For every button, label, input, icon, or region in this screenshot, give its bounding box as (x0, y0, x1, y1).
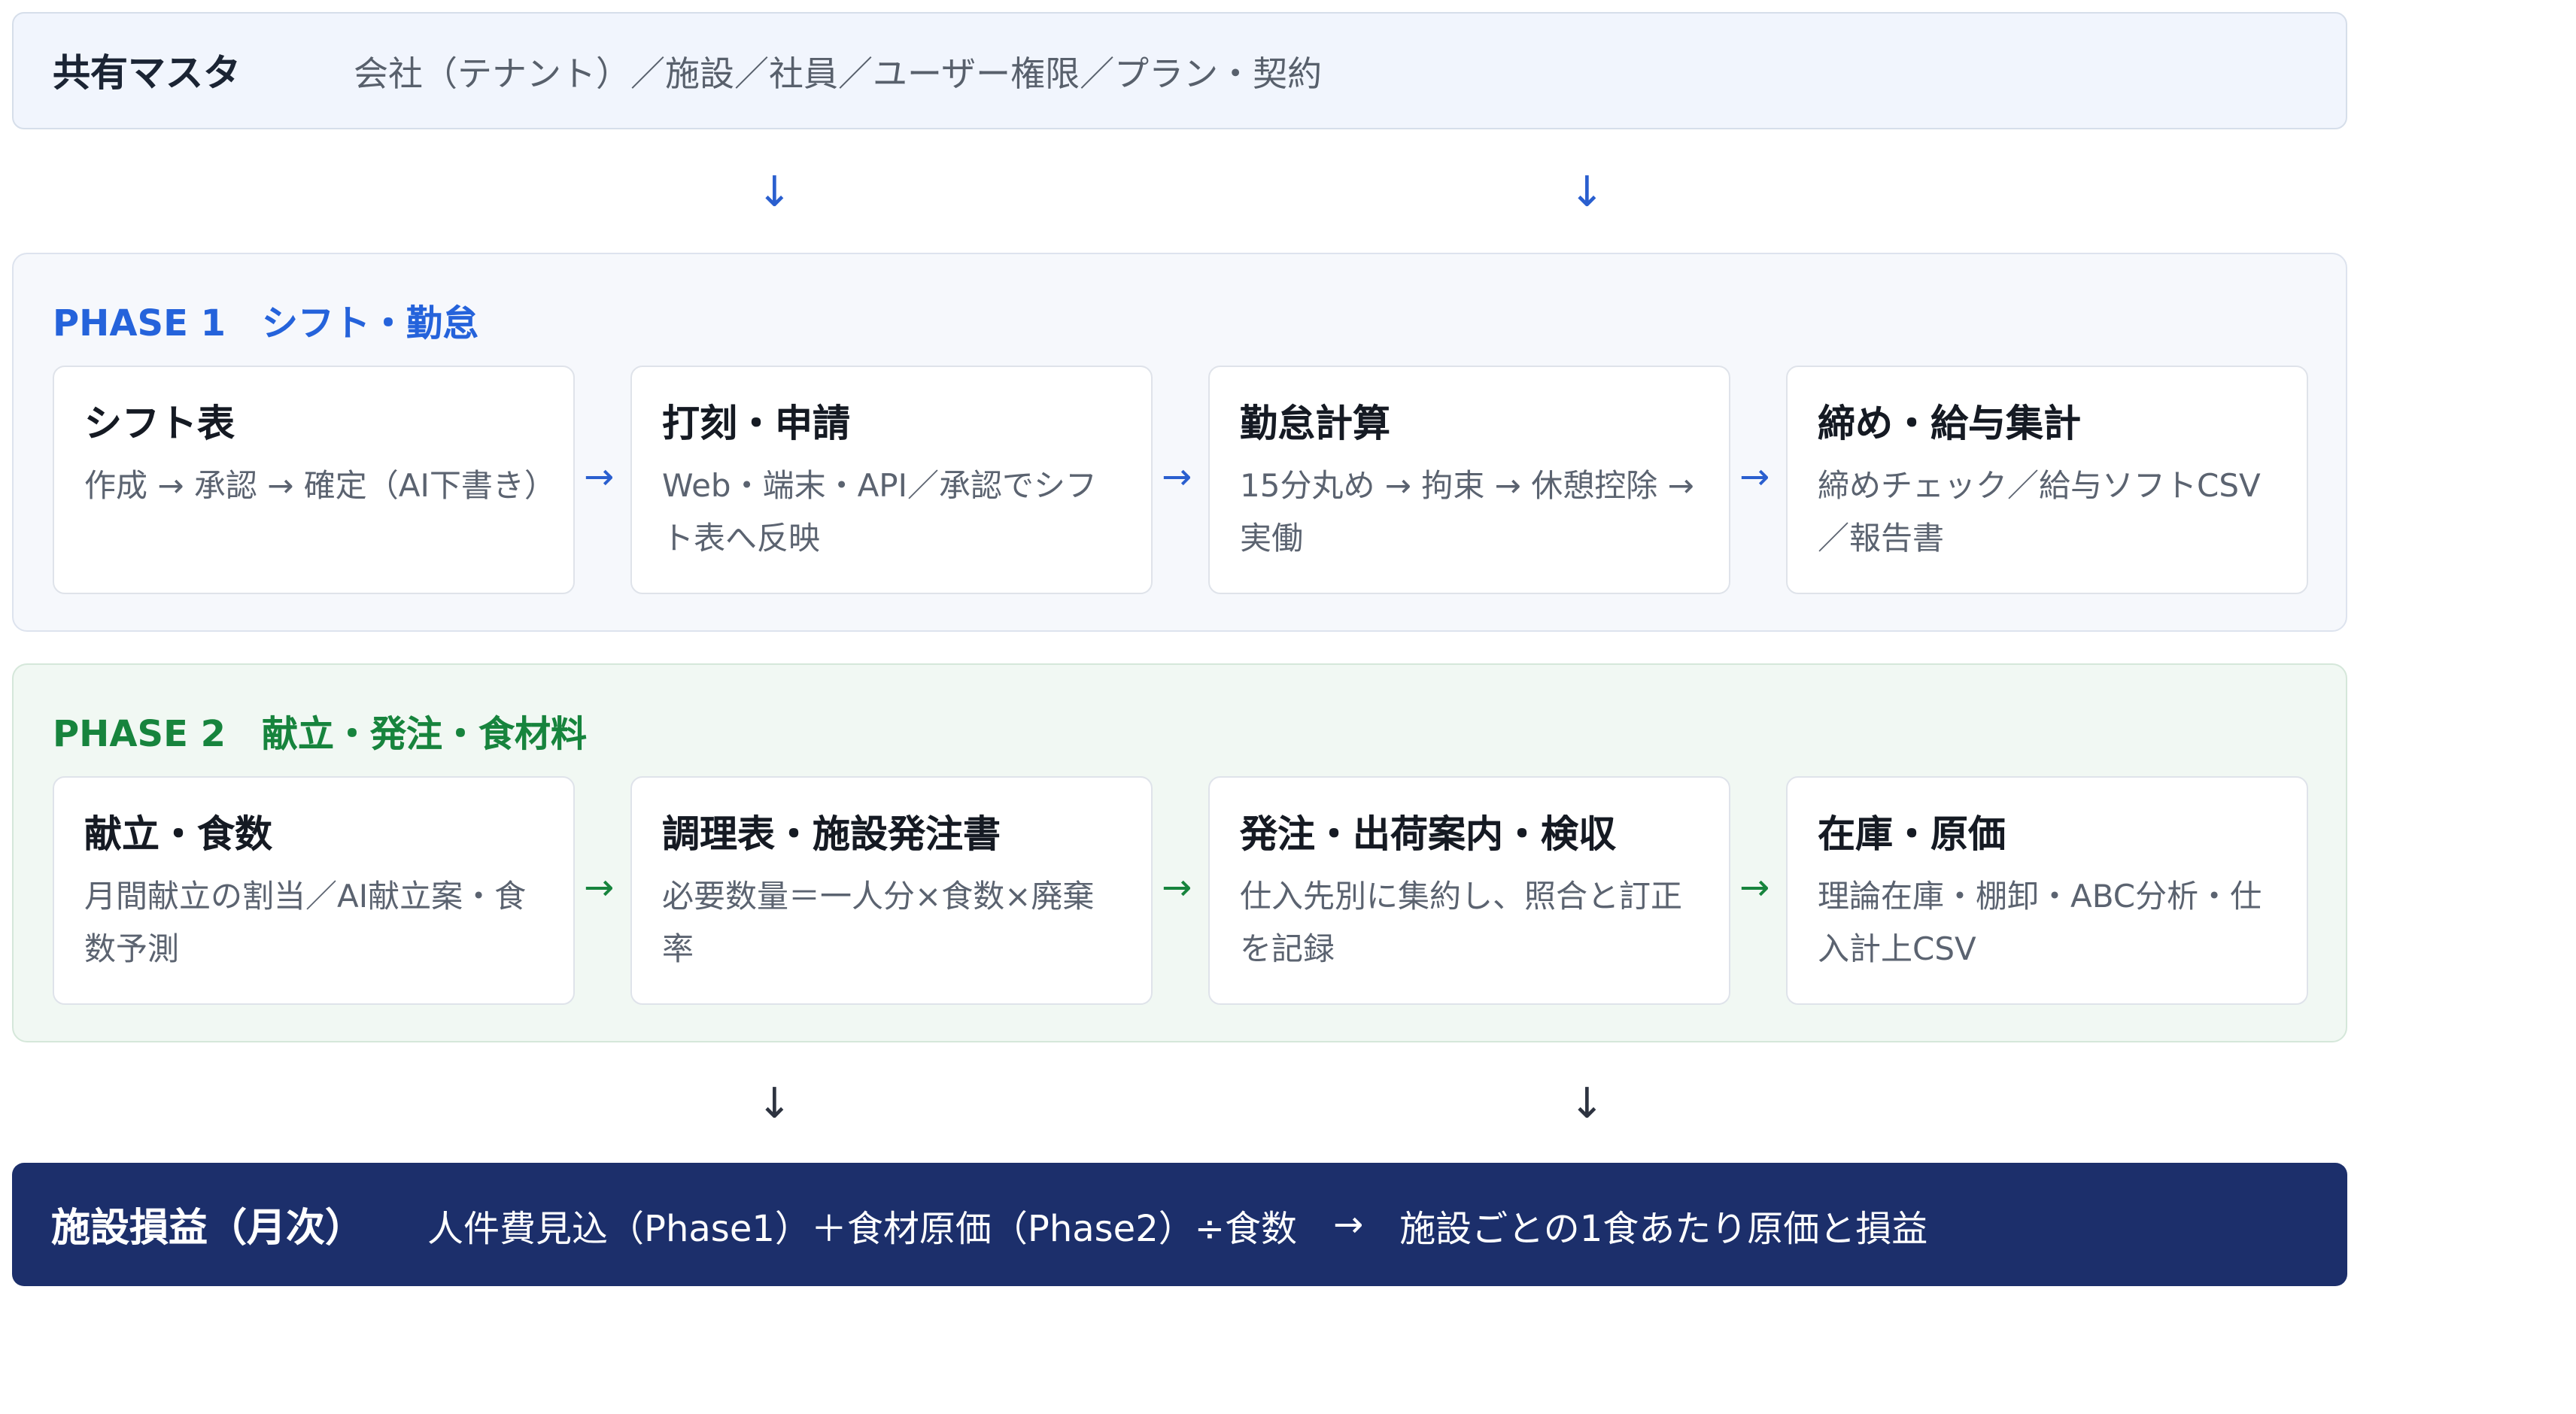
card-menu-meal-count: 献立・食数 月間献立の割当／AI献立案・食数予測 (53, 776, 575, 1005)
card-title: 在庫・原価 (1818, 812, 2006, 856)
diagram: 共有マスタ 会社（テナント）／施設／社員／ユーザー権限／プラン・契約 ↓ ↓ P… (0, 0, 2576, 1414)
down-arrow-master-phase1-left: ↓ (757, 167, 792, 217)
facility-profit-box: 施設損益（月次） 人件費見込（Phase1）＋食材原価（Phase2）÷食数 →… (12, 1163, 2347, 1286)
card-closing-payroll: 締め・給与集計 締めチェック／給与ソフトCSV／報告書 (1786, 366, 2308, 594)
card-inventory-cost: 在庫・原価 理論在庫・棚卸・ABC分析・仕入計上CSV (1786, 776, 2308, 1005)
shared-master-items: 会社（テナント）／施設／社員／ユーザー権限／プラン・契約 (354, 56, 1323, 95)
card-title: 献立・食数 (84, 812, 273, 856)
card-order-shipping-inspection: 発注・出荷案内・検収 仕入先別に集約し、照合と訂正を記録 (1208, 776, 1730, 1005)
facility-profit-title: 施設損益（月次） (51, 1206, 365, 1251)
flow-arrow-p2-1: → (584, 866, 615, 909)
phase1-section: PHASE 1 シフト・勤怠 シフト表 作成 → 承認 → 確定（AI下書き） … (12, 253, 2347, 632)
card-punch-request: 打刻・申請 Web・端末・API／承認でシフト表へ反映 (630, 366, 1153, 594)
flow-arrow-p1-3: → (1739, 456, 1770, 498)
facility-profit-formula: 人件費見込（Phase1）＋食材原価（Phase2）÷食数 (427, 1207, 1297, 1249)
shared-master-box: 共有マスタ 会社（テナント）／施設／社員／ユーザー権限／プラン・契約 (12, 12, 2347, 129)
card-description: 必要数量＝一人分×食数×廃棄率 (662, 878, 1095, 967)
flow-arrow-p1-2: → (1162, 456, 1192, 498)
card-title: 発注・出荷案内・検収 (1240, 812, 1617, 856)
card-description: 月間献立の割当／AI献立案・食数予測 (84, 878, 527, 967)
card-attendance-calc: 勤怠計算 15分丸め → 拘束 → 休憩控除 → 実働 (1208, 366, 1730, 594)
card-title: シフト表 (84, 402, 235, 445)
flow-arrow-p2-2: → (1162, 866, 1192, 909)
card-title: 勤怠計算 (1240, 402, 1391, 445)
card-description: 仕入先別に集約し、照合と訂正を記録 (1240, 878, 1682, 967)
down-arrow-phase2-profit-right: ↓ (1569, 1079, 1605, 1128)
card-title: 打刻・申請 (662, 402, 851, 445)
shared-master-title: 共有マスタ (53, 51, 242, 95)
facility-profit-result: 施設ごとの1食あたり原価と損益 (1399, 1207, 1928, 1249)
card-description: 締めチェック／給与ソフトCSV／報告書 (1818, 468, 2261, 557)
card-cooking-order-sheet: 調理表・施設発注書 必要数量＝一人分×食数×廃棄率 (630, 776, 1153, 1005)
card-title: 締め・給与集計 (1818, 402, 2082, 445)
card-description: 理論在庫・棚卸・ABC分析・仕入計上CSV (1818, 878, 2262, 967)
facility-profit-arrow: → (1332, 1203, 1364, 1246)
down-arrow-master-phase1-right: ↓ (1569, 167, 1605, 217)
phase1-title: PHASE 1 シフト・勤怠 (53, 302, 478, 344)
card-description: 作成 → 承認 → 確定（AI下書き） (84, 468, 556, 504)
card-title: 調理表・施設発注書 (662, 812, 1001, 856)
flow-arrow-p1-1: → (584, 456, 615, 498)
phase2-title: PHASE 2 献立・発注・食材料 (53, 713, 587, 755)
card-description: Web・端末・API／承認でシフト表へ反映 (662, 468, 1098, 557)
card-description: 15分丸め → 拘束 → 休憩控除 → 実働 (1240, 468, 1694, 557)
down-arrow-phase2-profit-left: ↓ (757, 1079, 792, 1128)
phase2-section: PHASE 2 献立・発注・食材料 献立・食数 月間献立の割当／AI献立案・食数… (12, 663, 2347, 1042)
flow-arrow-p2-3: → (1739, 866, 1770, 909)
card-shift-table: シフト表 作成 → 承認 → 確定（AI下書き） (53, 366, 575, 594)
